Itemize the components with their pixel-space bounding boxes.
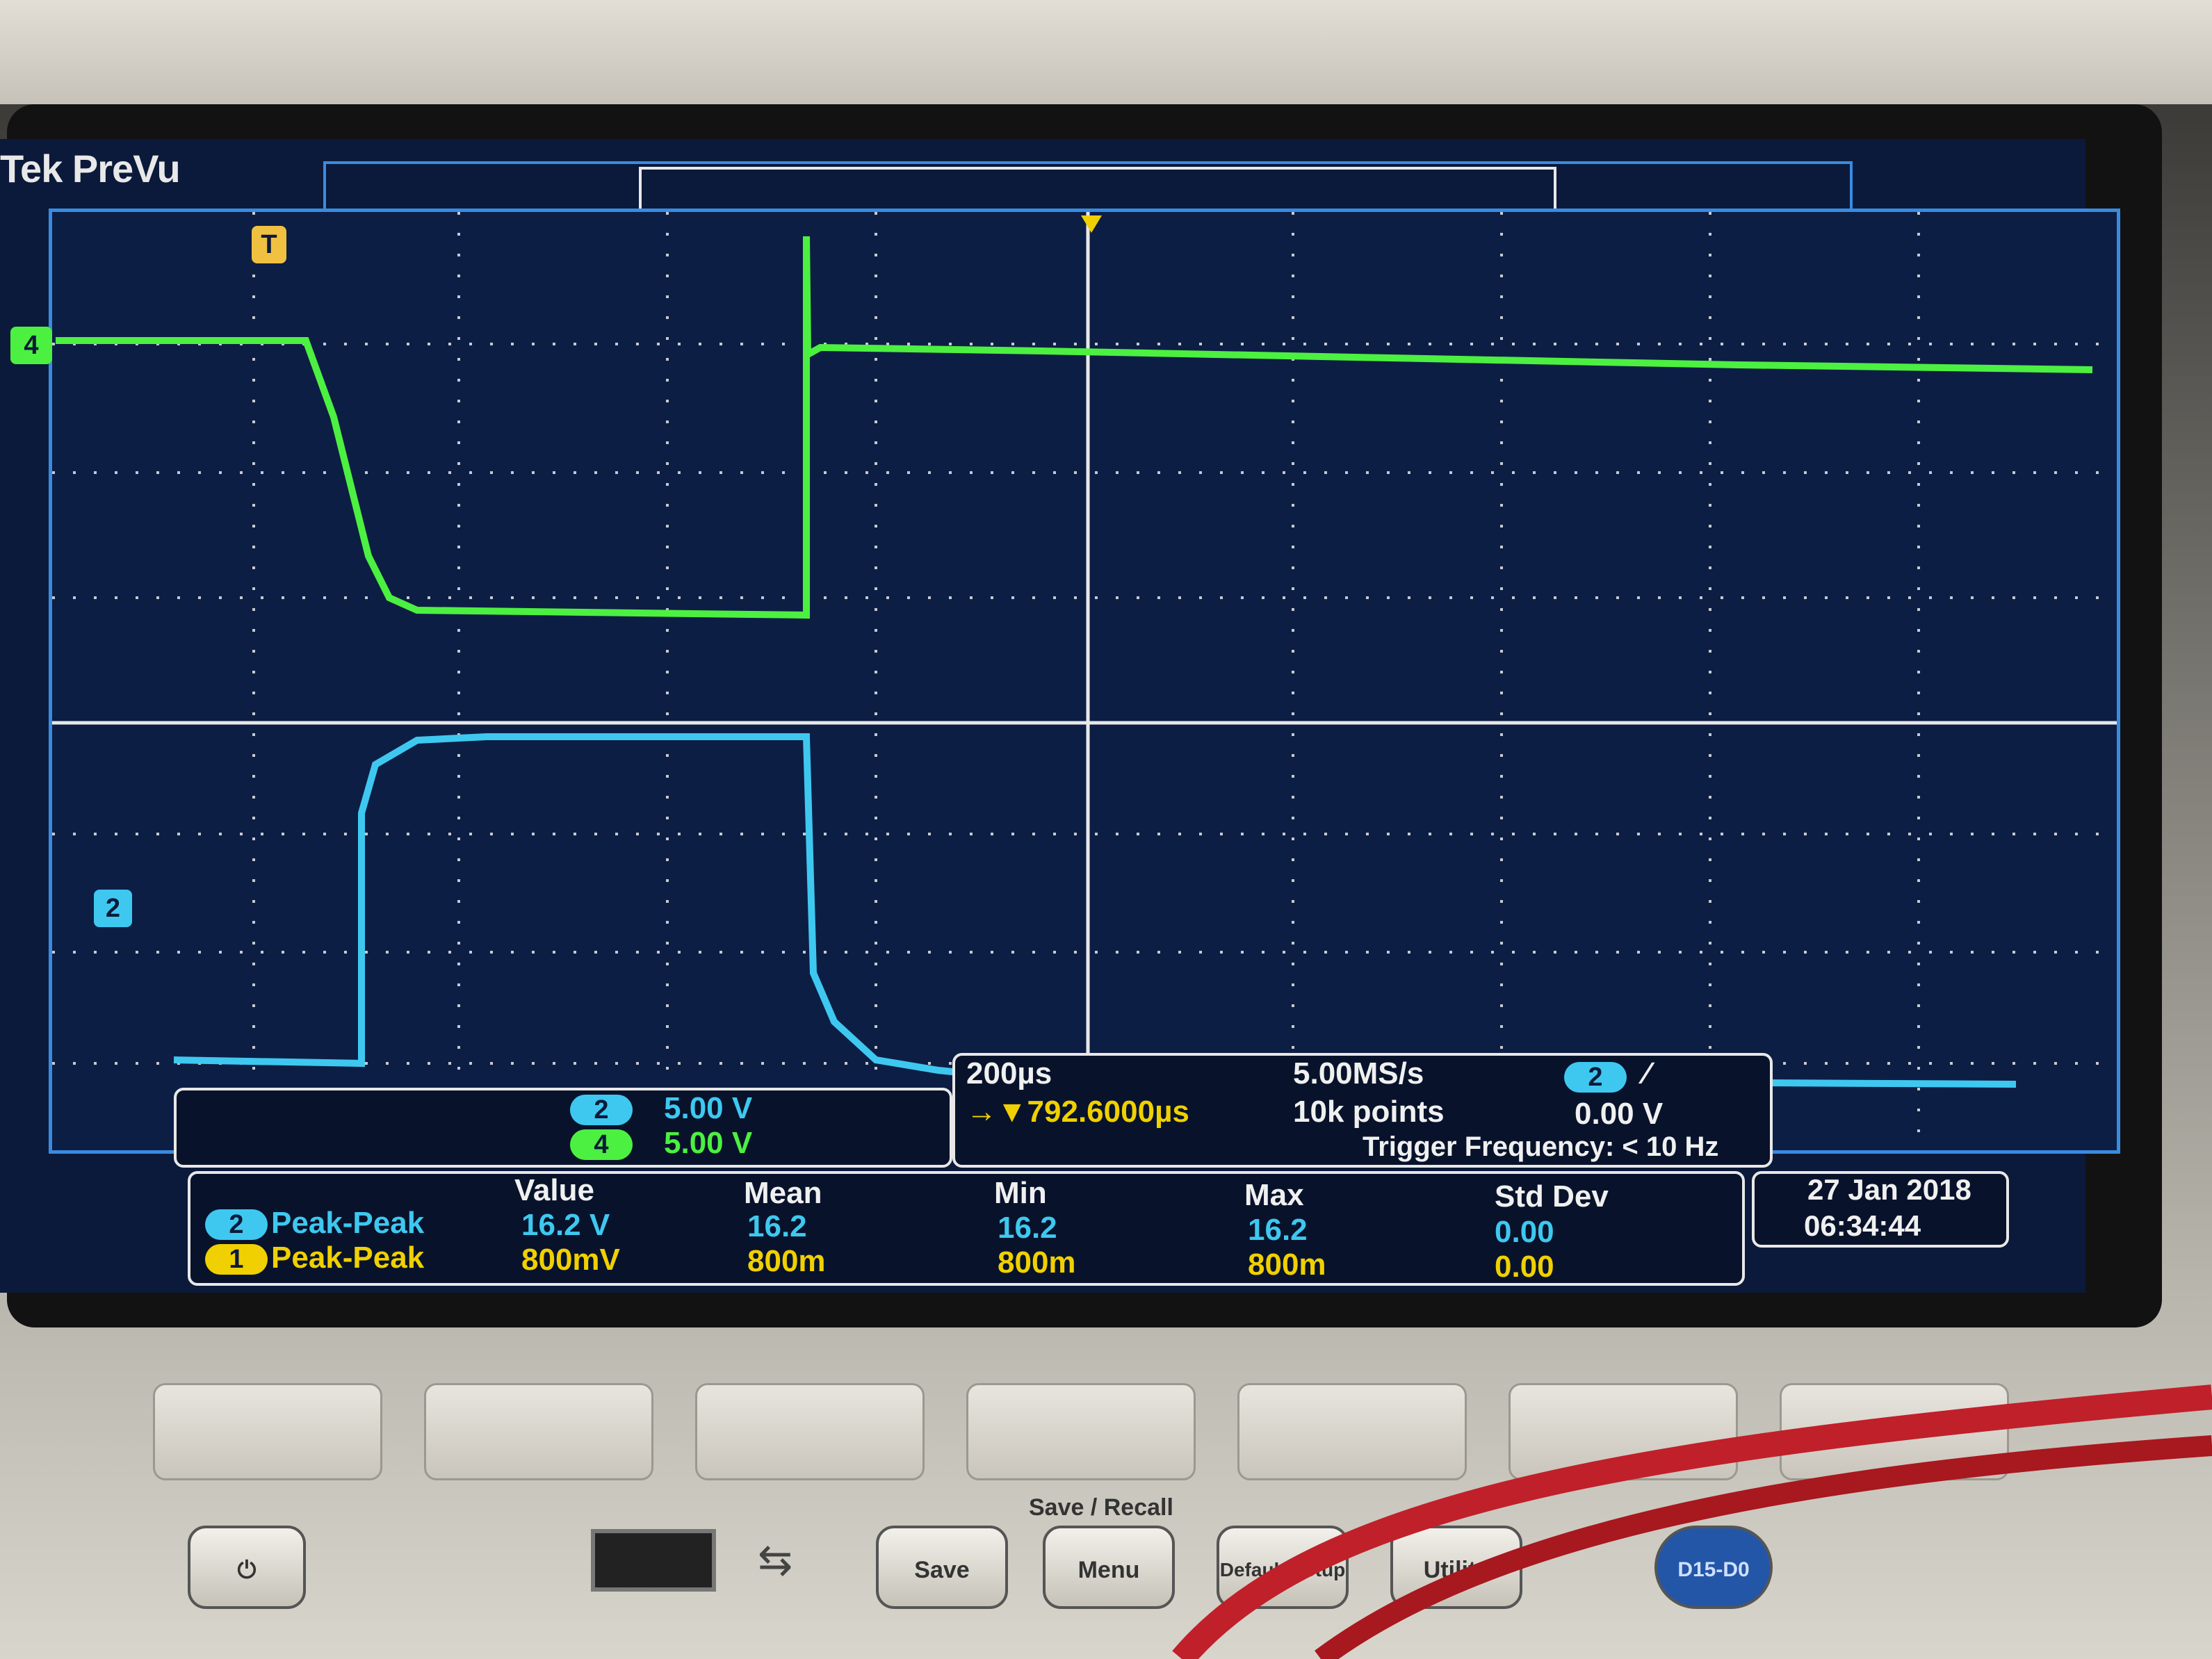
probe-cable — [1172, 1384, 2212, 1659]
red-cable — [1315, 1435, 2212, 1659]
red-cable — [1172, 1384, 2212, 1659]
